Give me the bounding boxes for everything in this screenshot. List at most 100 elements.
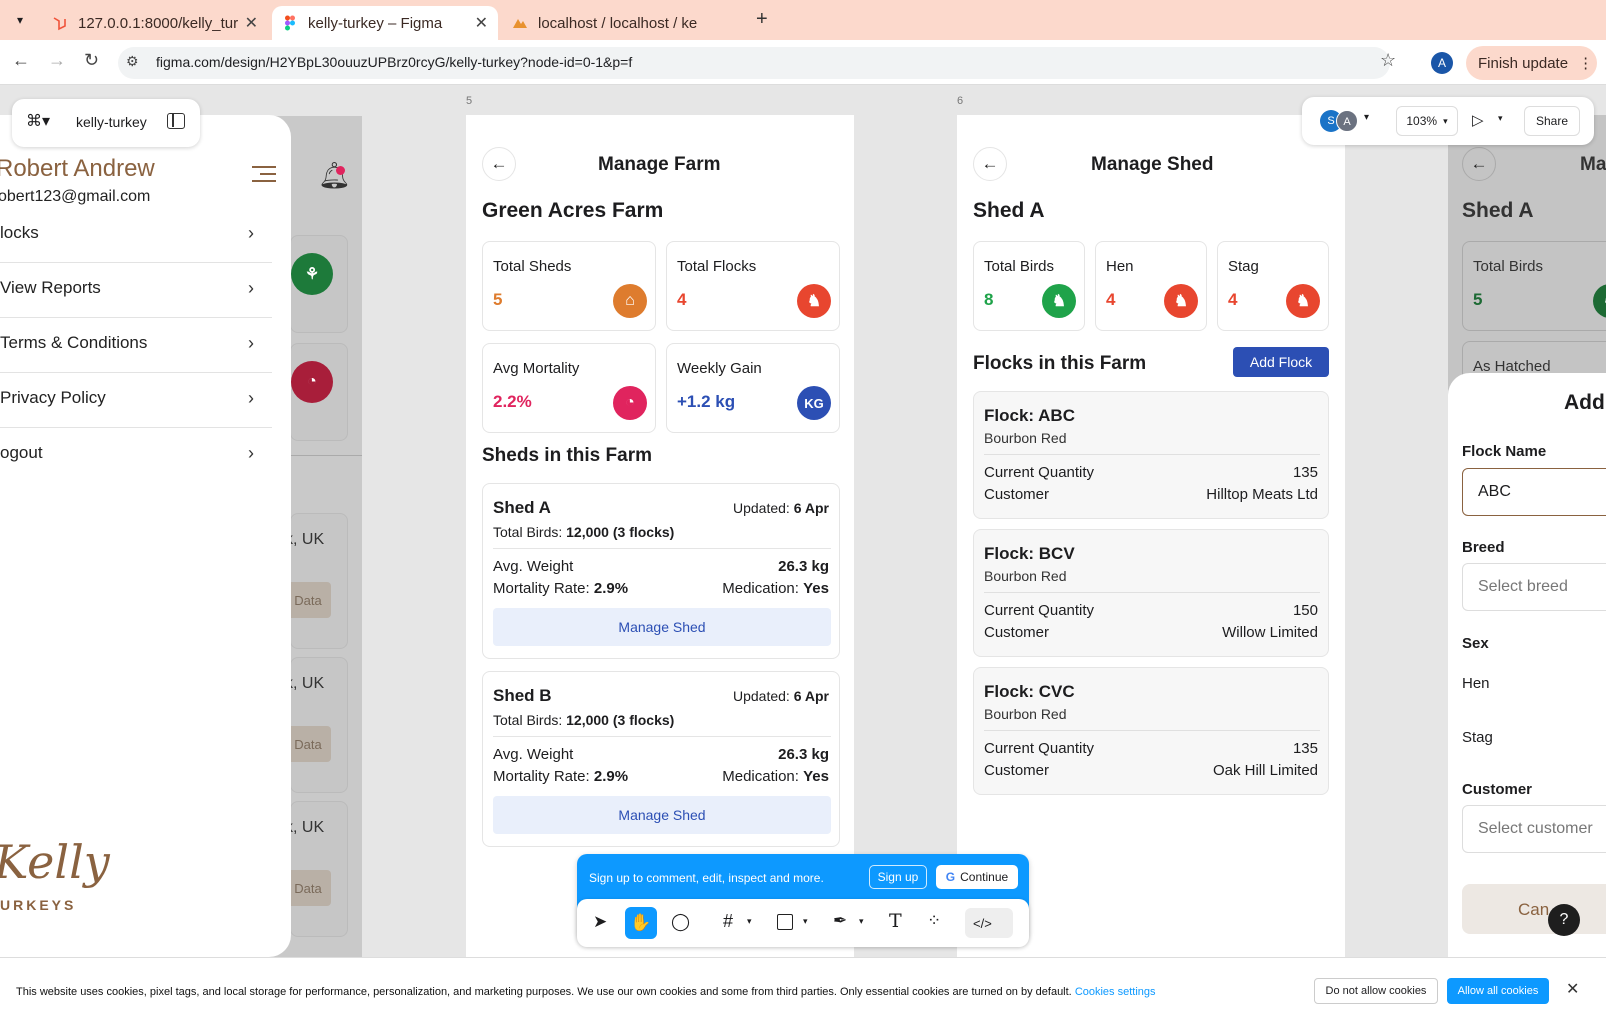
- close-icon[interactable]: ✕: [1566, 979, 1579, 999]
- bookmark-star-icon[interactable]: ☆: [1380, 50, 1396, 71]
- chevron-down-icon[interactable]: ▾: [859, 916, 864, 927]
- bg-farm-card: k, UK Data: [285, 513, 348, 649]
- components-tool-icon[interactable]: ⁘: [927, 911, 941, 931]
- manage-shed-frame: ← Manage Shed Shed A Total Birds 8 ♞ Hen…: [957, 115, 1345, 957]
- move-tool-icon[interactable]: ➤: [593, 912, 607, 932]
- section-heading: Sheds in this Farm: [482, 445, 652, 466]
- cookies-settings-link[interactable]: Cookies settings: [1075, 986, 1156, 998]
- tab-phpmyadmin[interactable]: localhost / localhost / ke: [502, 6, 728, 40]
- chevron-down-icon[interactable]: ▾: [1364, 112, 1369, 123]
- text-tool-icon[interactable]: T: [889, 910, 902, 932]
- flock-breed: Bourbon Red: [984, 706, 1067, 722]
- deny-cookies-button[interactable]: Do not allow cookies: [1314, 978, 1438, 1004]
- profile-avatar[interactable]: A: [1431, 52, 1453, 74]
- frame-tool-icon[interactable]: #: [723, 911, 733, 932]
- pie-icon: ◔: [291, 361, 333, 403]
- stat-card: Weekly Gain +1.2 kg KG: [666, 343, 840, 433]
- breed-placeholder: Select breed: [1478, 578, 1568, 595]
- customer-select[interactable]: Select customer: [1462, 805, 1606, 853]
- allow-cookies-button[interactable]: Allow all cookies: [1447, 978, 1549, 1004]
- chevron-down-icon: ▾: [1443, 115, 1448, 126]
- menu-item-privacy[interactable]: Privacy Policy ›: [0, 374, 272, 428]
- hand-tool-icon[interactable]: ✋: [625, 907, 657, 939]
- tab-localhost-kelly[interactable]: 127.0.0.1:8000/kelly_tur ✕: [42, 6, 268, 40]
- stat-card: Stag 4 ♞: [1217, 241, 1329, 331]
- menu-item-flocks[interactable]: locks ›: [0, 209, 272, 263]
- menu-collapse-icon[interactable]: [252, 163, 276, 185]
- figma-canvas[interactable]: 5 6 🔔︎ ⚘ ◔ k, UK Data k, UK Data k, UK D…: [0, 85, 1606, 957]
- url-text[interactable]: figma.com/design/H2YBpL30ouuzUPBrz0rcyG/…: [156, 54, 632, 70]
- manage-shed-button[interactable]: Manage Shed: [493, 608, 831, 646]
- bg-farm-card: k, UK Data: [285, 657, 348, 793]
- stat-label: Total Birds: [1473, 258, 1544, 275]
- sex-option-hen[interactable]: Hen: [1462, 675, 1490, 692]
- menu-item-logout[interactable]: ogout ›: [0, 429, 272, 483]
- forward-icon[interactable]: →: [48, 50, 66, 71]
- stat-card: Total Birds 5 ♞: [1462, 241, 1606, 331]
- reload-icon[interactable]: ↻: [84, 50, 99, 71]
- flock-card[interactable]: Flock: BCV Bourbon Red Current Quantity …: [973, 529, 1329, 657]
- flock-breed: Bourbon Red: [984, 568, 1067, 584]
- share-button[interactable]: Share: [1524, 106, 1580, 136]
- menu-item-view-reports[interactable]: View Reports ›: [0, 264, 272, 318]
- flock-name-input[interactable]: ABC: [1462, 468, 1606, 516]
- help-button[interactable]: ?: [1548, 904, 1580, 936]
- zoom-control[interactable]: 103% ▾: [1396, 106, 1458, 136]
- close-icon[interactable]: ✕: [245, 13, 258, 33]
- qty-value: 135: [1292, 740, 1318, 757]
- bell-badge: [336, 166, 345, 175]
- bg-data-button: Data: [285, 870, 331, 906]
- turkey-icon: ♞: [1042, 284, 1076, 318]
- qty-label: Current Quantity: [984, 464, 1095, 481]
- cookie-text: This website uses cookies, pixel tags, a…: [16, 986, 1156, 998]
- flock-card[interactable]: Flock: ABC Bourbon Red Current Quantity …: [973, 391, 1329, 519]
- back-button[interactable]: ←: [973, 147, 1007, 181]
- site-settings-icon[interactable]: ⚙: [126, 53, 139, 70]
- share-label: Share: [1535, 114, 1569, 128]
- bell-icon: 🔔︎: [318, 160, 352, 190]
- chevron-down-icon[interactable]: ▾: [1498, 113, 1503, 124]
- close-icon[interactable]: ✕: [475, 13, 488, 33]
- sex-option-stag[interactable]: Stag: [1462, 729, 1493, 746]
- signup-button[interactable]: Sign up: [869, 865, 927, 889]
- pen-tool-icon[interactable]: ✒: [833, 911, 847, 931]
- present-play-icon[interactable]: ▷: [1472, 111, 1484, 129]
- finish-update-button[interactable]: Finish update ⋮: [1466, 46, 1597, 80]
- bg-data-label: Data: [294, 736, 322, 752]
- manage-shed-button[interactable]: Manage Shed: [493, 796, 831, 834]
- continue-google-button[interactable]: G Continue: [936, 865, 1018, 889]
- add-flock-label: Add Flock: [1249, 354, 1313, 370]
- file-name[interactable]: kelly-turkey: [76, 114, 147, 130]
- cancel-button[interactable]: Can: [1462, 884, 1606, 934]
- avatar[interactable]: A: [1336, 110, 1358, 132]
- flock-card[interactable]: Flock: CVC Bourbon Red Current Quantity …: [973, 667, 1329, 795]
- field-label: Flock Name: [1462, 443, 1547, 460]
- figma-menu-icon[interactable]: ⌘▾: [26, 111, 50, 131]
- new-tab-button[interactable]: +: [756, 8, 768, 31]
- comment-tool-icon[interactable]: ◯: [671, 912, 690, 932]
- breed-select[interactable]: Select breed: [1462, 563, 1606, 611]
- flock-name: Flock: BCV: [984, 544, 1075, 563]
- back-button[interactable]: ←: [482, 147, 516, 181]
- add-flock-button[interactable]: Add Flock: [1233, 347, 1329, 377]
- back-icon[interactable]: ←: [12, 50, 30, 71]
- total-label: Total Birds:: [493, 712, 563, 728]
- menu-item-label: View Reports: [0, 278, 101, 297]
- tab-bar: ▾ 127.0.0.1:8000/kelly_tur ✕ kelly-turke…: [0, 0, 1606, 40]
- section-heading: Flocks in this Farm: [973, 353, 1147, 374]
- menu-item-terms[interactable]: Terms & Conditions ›: [0, 319, 272, 373]
- stat-card: Total Flocks 4 ♞: [666, 241, 840, 331]
- tab-search-button[interactable]: ▾: [8, 8, 32, 32]
- back-button[interactable]: ←: [1462, 147, 1496, 181]
- page-title: Manage Shed: [1091, 154, 1214, 175]
- chevron-down-icon[interactable]: ▾: [803, 916, 808, 927]
- shape-tool-icon[interactable]: [777, 914, 793, 930]
- chevron-right-icon: ›: [248, 223, 254, 243]
- flock-breed: Bourbon Red: [984, 430, 1067, 446]
- sidebar-toggle-icon[interactable]: [167, 113, 185, 129]
- laravel-icon: [53, 17, 66, 31]
- tab-figma[interactable]: kelly-turkey – Figma ✕: [272, 6, 498, 40]
- chevron-down-icon[interactable]: ▾: [747, 916, 752, 927]
- stat-label: Hen: [1106, 258, 1134, 275]
- dev-mode-icon[interactable]: </>: [965, 908, 1013, 938]
